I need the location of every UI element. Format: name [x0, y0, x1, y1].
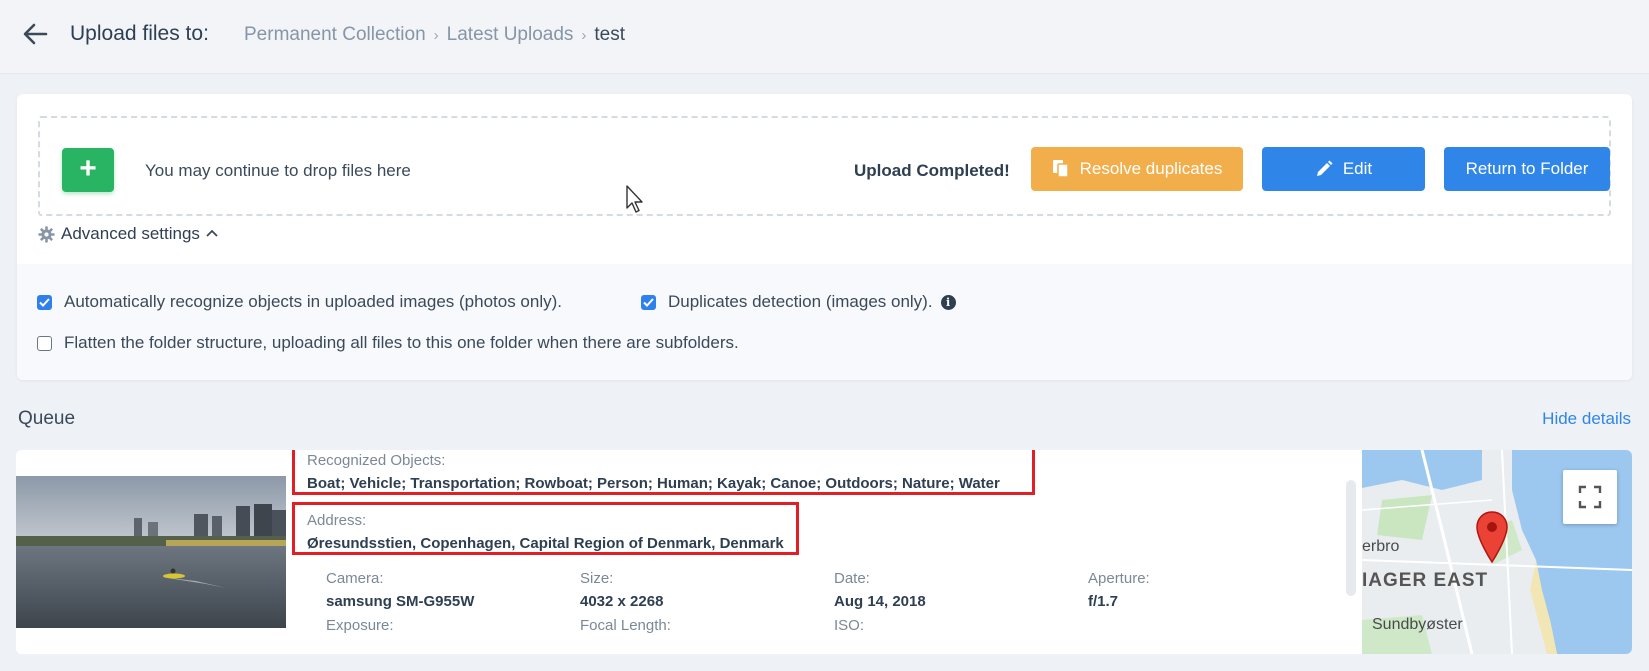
advanced-settings-toggle[interactable]: Advanced settings: [38, 224, 218, 244]
item-details: Recognized Objects: Boat; Vehicle; Trans…: [286, 450, 1344, 654]
recognize-objects-checkbox[interactable]: [37, 294, 52, 310]
queue-item: Recognized Objects: Boat; Vehicle; Trans…: [16, 450, 1632, 654]
map-label-neighborhood: Sundbyøster: [1372, 616, 1463, 633]
recognize-objects-label: Automatically recognize objects in uploa…: [64, 292, 562, 311]
map-fullscreen-button[interactable]: [1563, 470, 1617, 524]
upload-status: Upload Completed!: [854, 161, 1010, 180]
details-scrollbar[interactable]: [1346, 480, 1356, 596]
copy-files-icon: [1052, 160, 1069, 178]
edit-button[interactable]: Edit: [1262, 147, 1425, 191]
exposure-label: Exposure:: [326, 617, 394, 634]
breadcrumb-latest-uploads[interactable]: Latest Uploads: [447, 24, 574, 46]
resolve-duplicates-label: Resolve duplicates: [1079, 159, 1223, 178]
back-arrow-icon[interactable]: [22, 20, 48, 48]
location-pin-icon[interactable]: [1475, 510, 1509, 564]
size-value: 4032 x 2268: [580, 593, 664, 610]
chevron-right-icon: ›: [433, 26, 439, 44]
breadcrumb-current: test: [594, 24, 626, 45]
gear-icon: [38, 225, 55, 243]
return-to-folder-button[interactable]: Return to Folder: [1444, 147, 1610, 191]
map-label-district: erbro: [1362, 538, 1400, 555]
duplicates-detection-checkbox[interactable]: [641, 294, 656, 310]
option-flatten-folders[interactable]: Flatten the folder structure, uploading …: [37, 333, 739, 353]
date-label: Date:: [834, 570, 870, 587]
upload-panel: + You may continue to drop files here Up…: [17, 94, 1632, 380]
chevron-right-icon: ›: [581, 26, 587, 44]
photo-thumbnail[interactable]: [16, 476, 286, 628]
recognized-objects-value: Boat; Vehicle; Transportation; Rowboat; …: [307, 475, 1000, 492]
top-bar: Upload files to: Permanent Collection › …: [0, 0, 1649, 74]
hide-details-link[interactable]: Hide details: [1542, 409, 1631, 429]
queue-title: Queue: [18, 408, 76, 429]
address-value: Øresundsstien, Copenhagen, Capital Regio…: [307, 535, 784, 552]
upload-title: Upload files to:: [70, 22, 209, 45]
breadcrumb: Permanent Collection › Latest Uploads › …: [244, 24, 625, 46]
dropzone[interactable]: + You may continue to drop files here Up…: [38, 116, 1611, 216]
date-value: Aug 14, 2018: [834, 593, 926, 610]
size-label: Size:: [580, 570, 614, 587]
aperture-value: f/1.7: [1088, 593, 1119, 610]
pencil-icon: [1316, 160, 1333, 176]
aperture-label: Aperture:: [1088, 570, 1150, 587]
add-files-button[interactable]: +: [62, 148, 114, 192]
info-icon[interactable]: i: [940, 294, 956, 310]
map-label-area: IAGER EAST: [1362, 570, 1489, 591]
advanced-settings-label: Advanced settings: [61, 224, 200, 243]
focal-length-label: Focal Length:: [580, 617, 671, 634]
duplicates-detection-label: Duplicates detection (images only).: [668, 292, 933, 311]
checkmark-icon: [39, 297, 50, 307]
advanced-options: Automatically recognize objects in uploa…: [17, 264, 1632, 380]
iso-label: ISO:: [834, 617, 865, 634]
mouse-cursor-icon: [626, 185, 643, 213]
address-label: Address:: [307, 512, 367, 529]
flatten-folders-checkbox[interactable]: [37, 335, 52, 351]
flatten-folders-label: Flatten the folder structure, uploading …: [64, 333, 739, 352]
recognized-objects-label: Recognized Objects:: [307, 452, 446, 469]
resolve-duplicates-button[interactable]: Resolve duplicates: [1031, 147, 1243, 191]
fullscreen-icon: [1578, 485, 1602, 509]
option-duplicates-detection[interactable]: Duplicates detection (images only). i: [641, 292, 956, 312]
checkmark-icon: [643, 297, 654, 307]
chevron-up-icon: [206, 229, 218, 237]
breadcrumb-permanent-collection[interactable]: Permanent Collection: [244, 24, 426, 46]
option-recognize-objects[interactable]: Automatically recognize objects in uploa…: [37, 292, 562, 312]
dropzone-text: You may continue to drop files here: [145, 161, 411, 180]
camera-value: samsung SM-G955W: [326, 593, 475, 610]
camera-label: Camera:: [326, 570, 384, 587]
edit-label: Edit: [1342, 159, 1373, 178]
